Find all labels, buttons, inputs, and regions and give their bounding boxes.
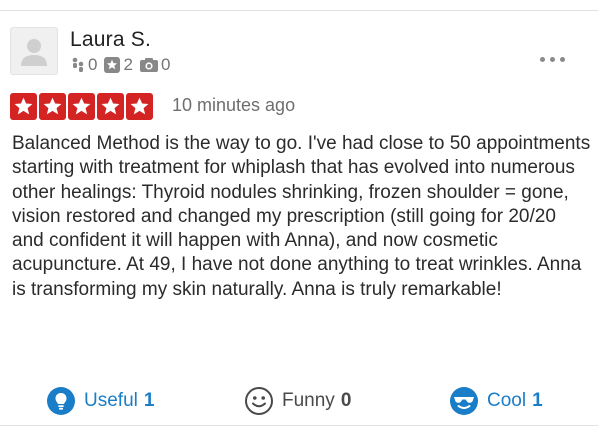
funny-count: 0 (340, 390, 352, 411)
star-rating (10, 93, 153, 120)
review-card: Laura S. 0 2 0 10 minutes ago Balanced M… (0, 10, 598, 426)
rating-star-icon (10, 93, 37, 120)
user-stats: 0 2 0 (70, 55, 176, 75)
avatar-placeholder-icon (21, 39, 47, 66)
reviews-stat: 2 (103, 55, 133, 75)
user-name[interactable]: Laura S. (70, 28, 151, 52)
rating-star-icon (39, 93, 66, 120)
rating-star-icon (126, 93, 153, 120)
friends-stat: 0 (70, 55, 97, 75)
more-dot (550, 57, 555, 62)
cool-button[interactable]: Cool 1 (449, 381, 543, 421)
review-timestamp: 10 minutes ago (172, 95, 296, 115)
more-icon[interactable] (540, 57, 565, 62)
reviews-count: 2 (123, 55, 133, 74)
lightbulb-icon (47, 387, 75, 415)
useful-count: 1 (143, 390, 155, 411)
cool-label: Cool (487, 390, 527, 411)
reaction-bar: Useful 1 Funny 0 Cool 1 (0, 381, 600, 421)
smiley-icon (245, 387, 273, 415)
photos-count: 0 (160, 55, 171, 74)
useful-button[interactable]: Useful 1 (46, 381, 154, 421)
funny-button[interactable]: Funny 0 (244, 381, 351, 421)
friends-icon (72, 57, 84, 72)
more-dot (540, 57, 545, 62)
user-avatar[interactable] (10, 27, 58, 75)
more-dot (560, 57, 565, 62)
camera-icon (139, 58, 158, 72)
funny-label: Funny (282, 390, 335, 411)
cool-count: 1 (532, 390, 543, 411)
review-text: Balanced Method is the way to go. I've h… (12, 133, 591, 300)
useful-label: Useful (84, 390, 138, 411)
sunglasses-icon (450, 387, 478, 415)
rating-star-icon (97, 93, 124, 120)
review-star-icon (104, 57, 121, 73)
rating-star-icon (68, 93, 95, 120)
friends-count: 0 (88, 55, 98, 74)
photos-stat: 0 (139, 55, 170, 75)
